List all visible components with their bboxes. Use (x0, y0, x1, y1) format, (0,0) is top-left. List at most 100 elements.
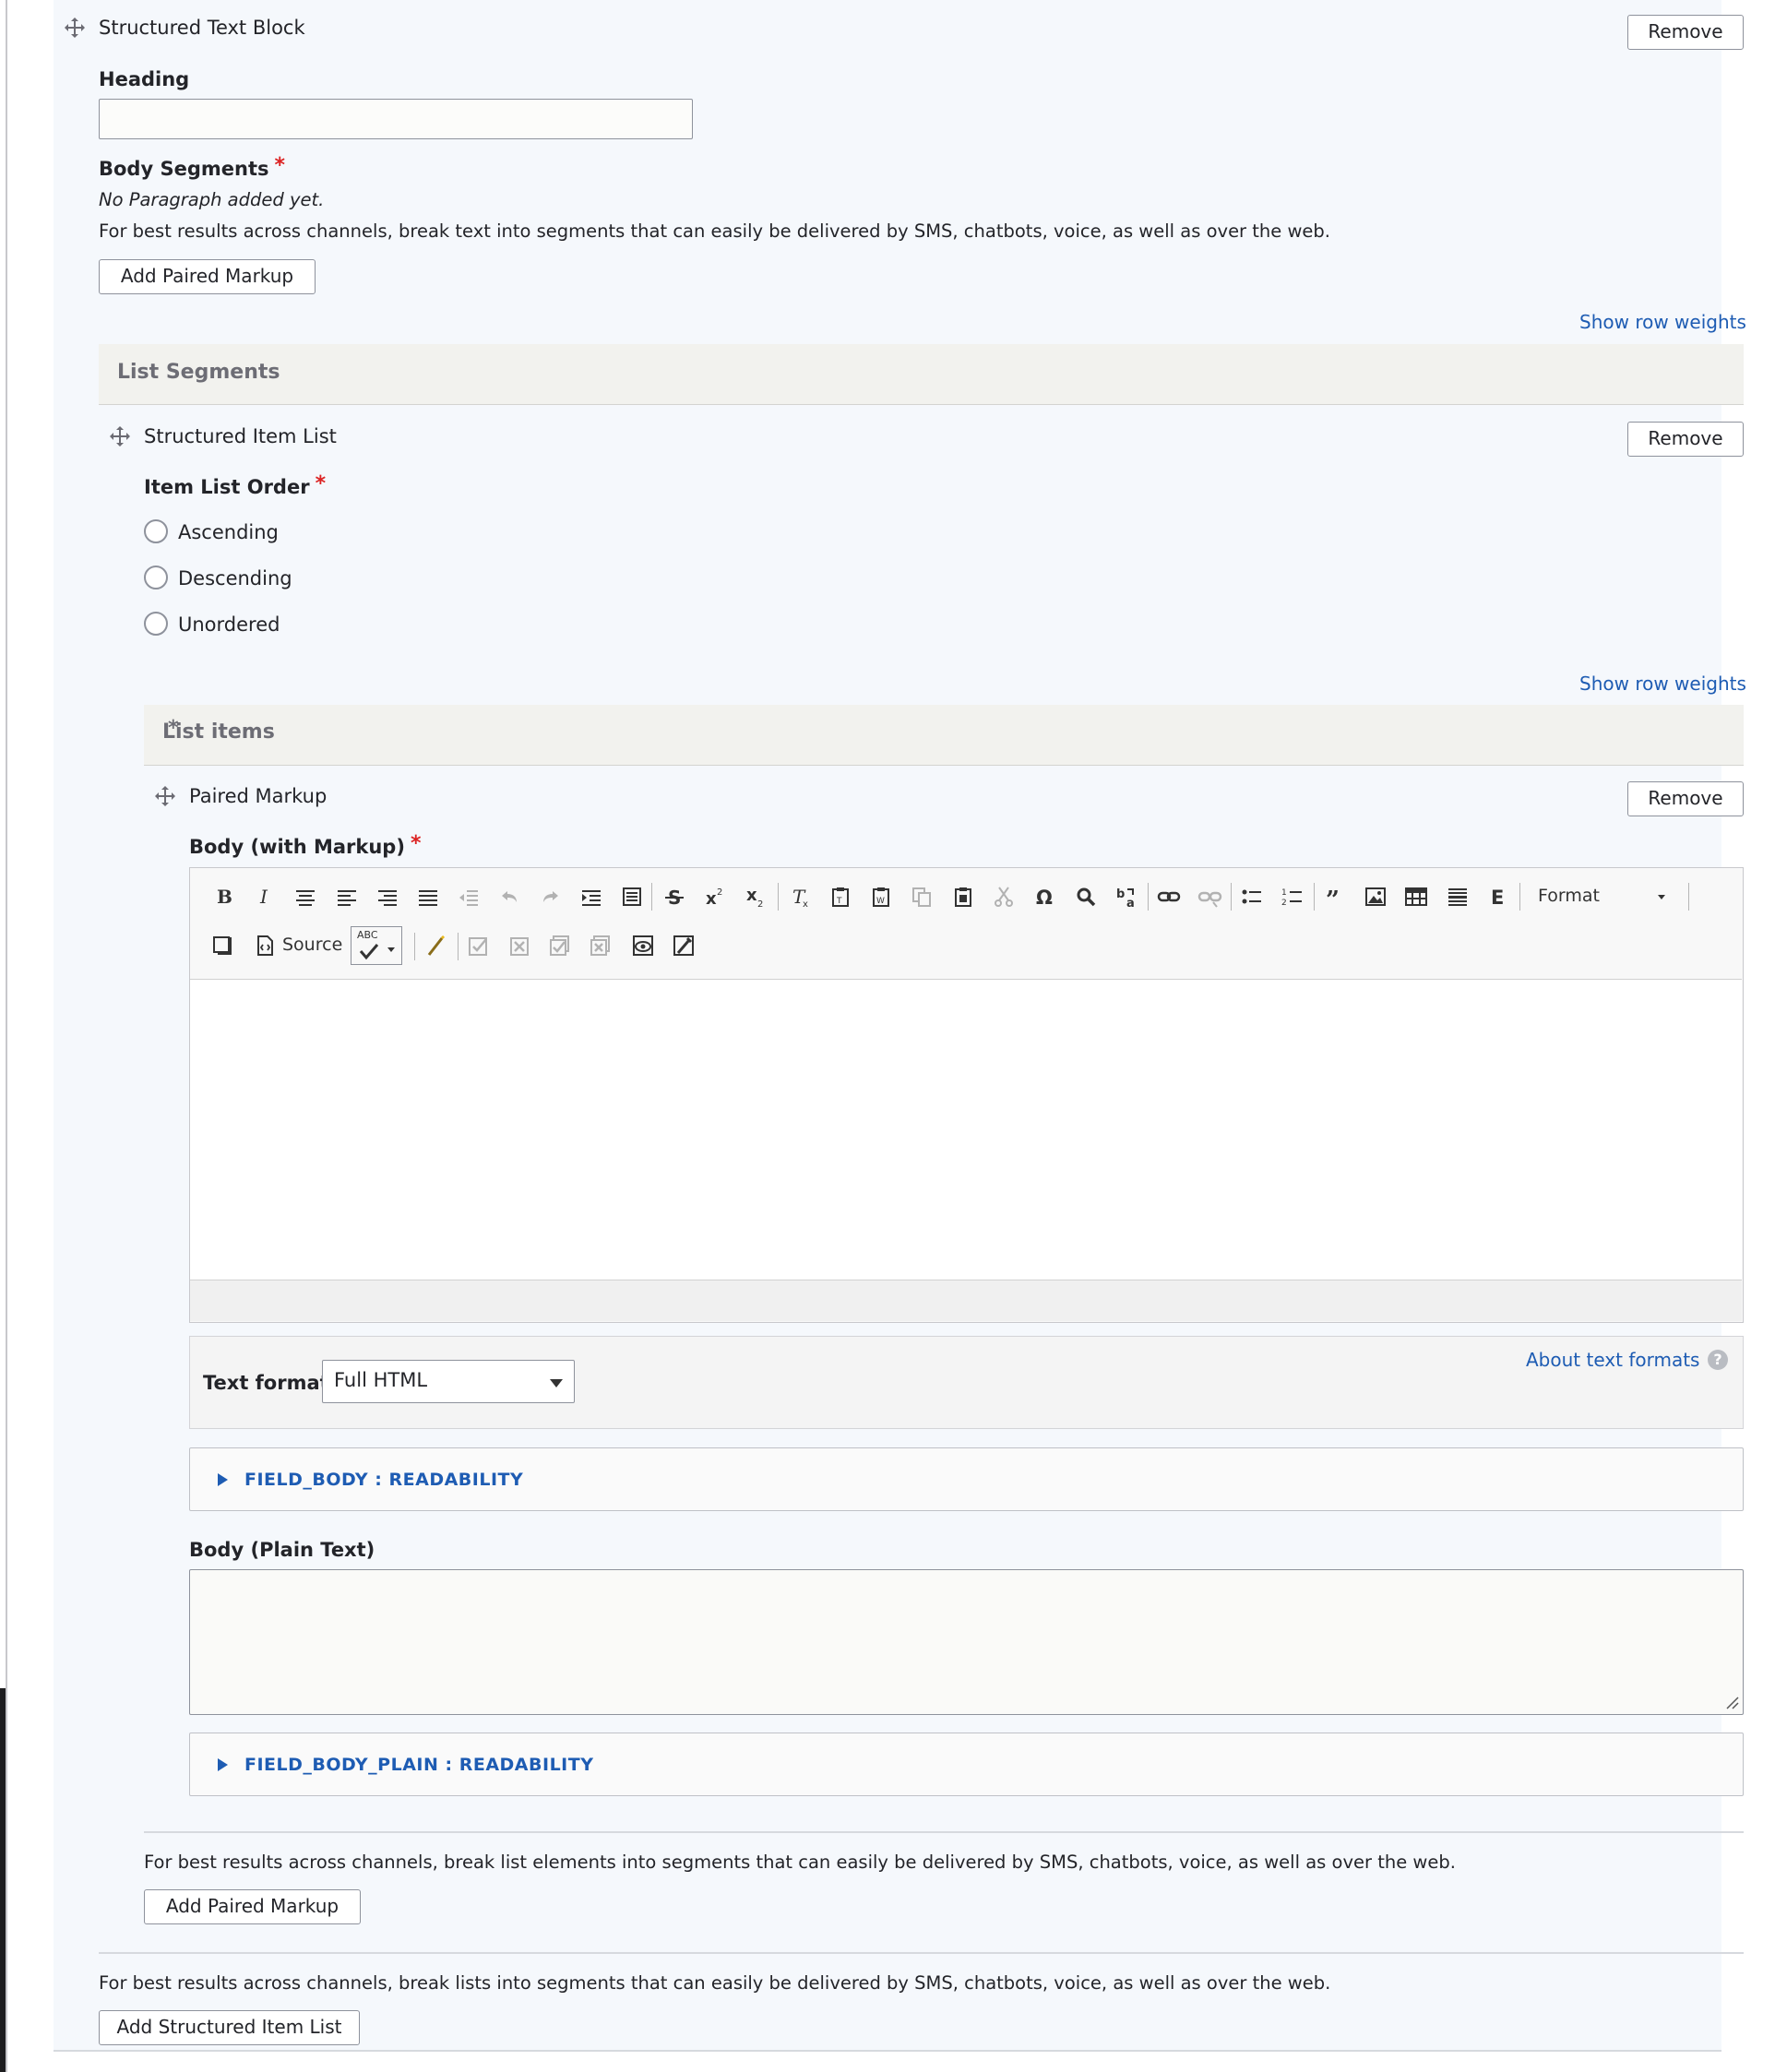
radio-ascending[interactable] (144, 519, 168, 543)
show-row-weights-link[interactable]: Show row weights (1579, 311, 1746, 333)
bulleted-list-icon[interactable] (1235, 880, 1269, 913)
add-paired-markup-button-2[interactable]: Add Paired Markup (144, 1889, 361, 1924)
magic-wand-icon[interactable] (420, 929, 453, 962)
required-marker: * (410, 832, 422, 855)
paste-text-icon[interactable]: T (824, 880, 857, 913)
format-dropdown[interactable]: Format (1527, 880, 1684, 913)
spellcheck-arrow-icon (387, 947, 395, 952)
field-body-plain-readability-details[interactable]: FIELD_BODY_PLAIN : READABILITY (189, 1733, 1744, 1796)
blockquote-icon[interactable]: ” (1318, 880, 1352, 913)
track-changes-icon[interactable] (667, 929, 700, 962)
numbered-list-icon[interactable]: 12 (1276, 880, 1309, 913)
svg-text:2: 2 (1281, 899, 1287, 908)
about-text-formats-link[interactable]: About text formats (1526, 1349, 1699, 1371)
required-marker: * (168, 717, 179, 740)
svg-text:x: x (803, 899, 808, 910)
remove-text-block-button[interactable]: Remove (1627, 15, 1744, 50)
radio-ascending-label[interactable]: Ascending (178, 521, 279, 543)
drag-handle-icon[interactable] (63, 16, 87, 40)
drag-handle-icon[interactable] (108, 424, 132, 448)
horizontal-rule-icon[interactable] (1441, 880, 1474, 913)
body-plain-textarea[interactable] (189, 1569, 1744, 1715)
copy-icon[interactable] (905, 880, 938, 913)
panel-bottom-divider (54, 2050, 1721, 2052)
add-paired-markup-button[interactable]: Add Paired Markup (99, 259, 316, 294)
radio-descending[interactable] (144, 566, 168, 589)
list-items-header: List items * (144, 705, 1744, 766)
body-plain-label: Body (Plain Text) (189, 1539, 375, 1561)
field-body-readability-summary[interactable]: FIELD_BODY : READABILITY (244, 1470, 523, 1490)
svg-text:B: B (217, 886, 232, 908)
svg-text:a: a (1126, 897, 1135, 910)
remove-item-list-button[interactable]: Remove (1627, 422, 1744, 457)
align-right-icon[interactable] (371, 880, 404, 913)
item-list-order-label: Item List Order * (144, 472, 327, 498)
svg-text:”: ” (1326, 887, 1340, 910)
div-icon[interactable] (615, 880, 649, 913)
heading-input[interactable] (99, 99, 693, 139)
text-format-select[interactable]: Full HTML (322, 1360, 575, 1403)
align-left-icon[interactable] (330, 880, 363, 913)
outdent-icon[interactable] (452, 880, 485, 913)
radio-descending-label[interactable]: Descending (178, 567, 292, 589)
find-icon[interactable] (1069, 880, 1102, 913)
expand-triangle-icon (218, 1473, 228, 1486)
svg-text:E: E (1491, 887, 1504, 909)
required-marker: * (274, 154, 285, 177)
svg-text:b: b (1116, 887, 1125, 901)
accept-all-changes-icon[interactable] (544, 929, 578, 962)
replace-icon[interactable]: ba (1110, 880, 1143, 913)
radio-unordered[interactable] (144, 612, 168, 636)
list-segments-title: List Segments (117, 361, 280, 384)
field-body-plain-readability-summary[interactable]: FIELD_BODY_PLAIN : READABILITY (244, 1755, 593, 1775)
strikethrough-icon[interactable]: S (658, 880, 691, 913)
source-icon[interactable] (248, 929, 281, 962)
spellcheck-dropdown[interactable]: ABC (351, 926, 402, 965)
editor-toolbar: B I S x2 x2 Tx T W Ω ba 12 ” E Format So… (190, 868, 1742, 979)
show-row-weights-link-2[interactable]: Show row weights (1579, 673, 1746, 695)
help-icon[interactable]: ? (1708, 1350, 1728, 1370)
svg-text:I: I (259, 886, 268, 908)
undo-icon[interactable] (493, 880, 526, 913)
cut-icon[interactable] (987, 880, 1020, 913)
no-paragraph-text: No Paragraph added yet. (99, 189, 325, 210)
text-format-selected: Full HTML (334, 1369, 428, 1391)
radio-unordered-label[interactable]: Unordered (178, 613, 280, 636)
table-icon[interactable] (1400, 880, 1433, 913)
svg-text:2: 2 (757, 899, 763, 910)
embed-icon[interactable]: E (1482, 880, 1515, 913)
link-icon[interactable] (1152, 880, 1185, 913)
align-center-icon[interactable] (289, 880, 322, 913)
svg-text:x: x (746, 886, 757, 905)
svg-text:T: T (836, 897, 842, 906)
image-icon[interactable] (1359, 880, 1392, 913)
reject-change-icon[interactable] (504, 929, 537, 962)
align-justify-icon[interactable] (411, 880, 445, 913)
field-body-readability-details[interactable]: FIELD_BODY : READABILITY (189, 1447, 1744, 1511)
paste-word-icon[interactable]: W (864, 880, 898, 913)
list-segments-header: List Segments (99, 344, 1744, 405)
list-segments-divider (99, 1952, 1744, 1954)
omega-icon[interactable]: Ω (1029, 880, 1062, 913)
redo-icon[interactable] (534, 880, 567, 913)
italic-icon[interactable]: I (248, 880, 281, 913)
indent-icon[interactable] (575, 880, 608, 913)
editor-status-bar (190, 1280, 1742, 1321)
editor-content-area[interactable] (190, 979, 1742, 1280)
paste-icon[interactable] (947, 880, 980, 913)
remove-paired-markup-button[interactable]: Remove (1627, 781, 1744, 816)
maximize-icon[interactable] (207, 929, 240, 962)
show-changes-icon[interactable] (626, 929, 660, 962)
reject-all-changes-icon[interactable] (585, 929, 618, 962)
unlink-icon[interactable] (1193, 880, 1226, 913)
paired-markup-title: Paired Markup (189, 785, 328, 807)
resize-handle-icon[interactable] (1723, 1694, 1740, 1710)
source-button-label[interactable]: Source (282, 935, 342, 955)
add-structured-item-list-button[interactable]: Add Structured Item List (99, 2010, 360, 2045)
drag-handle-icon[interactable] (153, 784, 177, 808)
superscript-icon[interactable]: x2 (698, 880, 732, 913)
subscript-icon[interactable]: x2 (739, 880, 772, 913)
accept-change-icon[interactable] (462, 929, 495, 962)
bold-icon[interactable]: B (207, 880, 240, 913)
remove-format-icon[interactable]: Tx (783, 880, 816, 913)
